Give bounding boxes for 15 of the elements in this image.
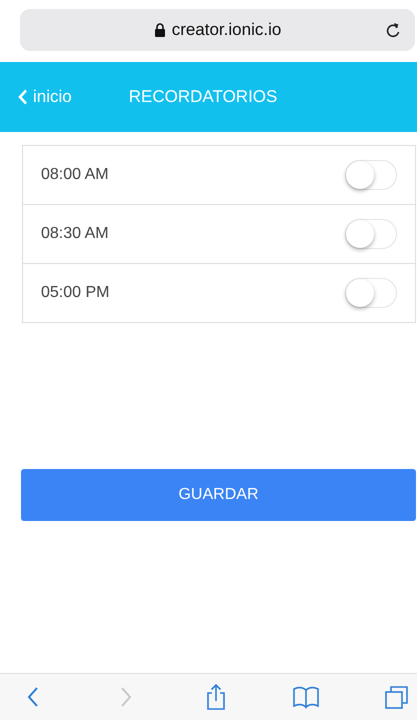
tabs-icon[interactable] (383, 683, 411, 711)
lock-icon (154, 23, 166, 37)
reload-icon[interactable] (385, 21, 401, 39)
back-link[interactable]: inicio (18, 87, 72, 107)
time-label: 08:00 AM (41, 166, 109, 184)
toggle-switch[interactable] (345, 278, 397, 308)
page-title: RECORDATORIOS (128, 87, 278, 107)
time-label: 08:30 AM (41, 225, 109, 243)
chevron-left-icon (18, 89, 28, 105)
toggle-switch[interactable] (345, 219, 397, 249)
time-label: 05:00 PM (41, 284, 110, 302)
toggle-switch[interactable] (345, 160, 397, 190)
save-button[interactable]: GUARDAR (21, 469, 416, 521)
url-text: creator.ionic.io (172, 20, 282, 40)
address-bar[interactable]: creator.ionic.io (20, 9, 415, 51)
